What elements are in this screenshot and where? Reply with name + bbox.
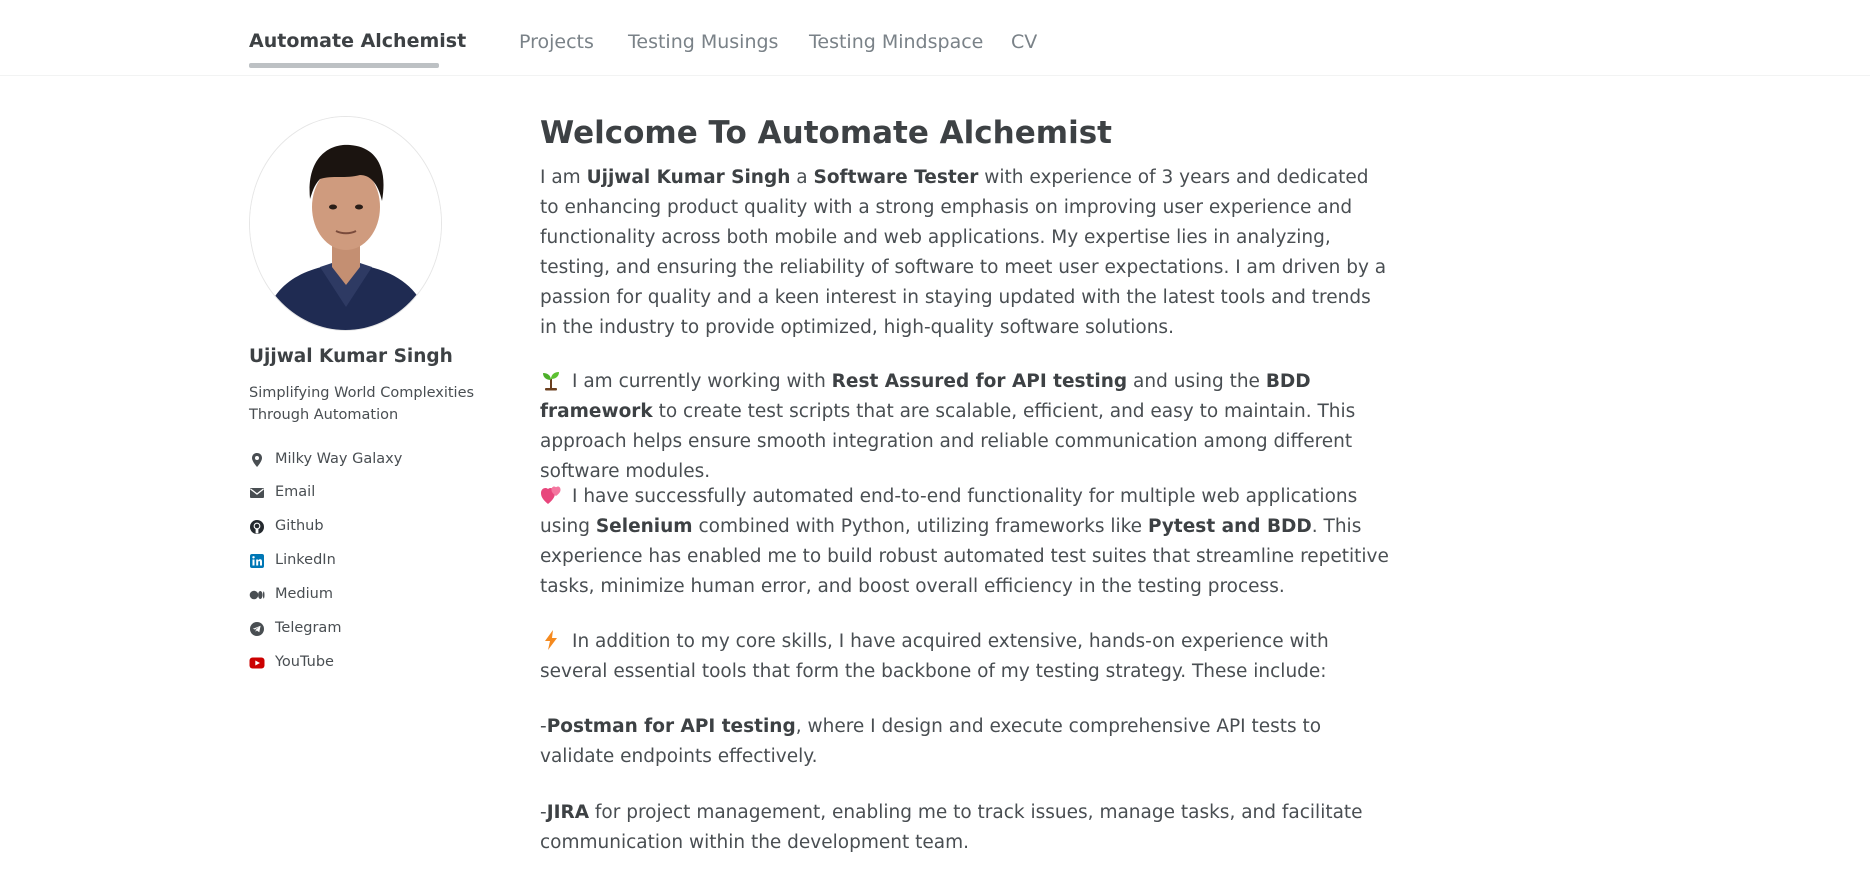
author-link-label: Email [275, 484, 316, 500]
seedling-icon [543, 372, 559, 391]
intro-paragraph: I am Ujjwal Kumar Singh a Software Teste… [540, 167, 1387, 338]
nav-link-projects[interactable]: Projects [519, 31, 594, 53]
active-nav-underline [249, 63, 439, 68]
map-marker-icon [252, 453, 262, 467]
linkedin-icon [250, 554, 264, 568]
author-bio: Simplifying World Complexities Through A… [249, 385, 475, 423]
avatar [249, 116, 442, 331]
tools-intro-paragraph: In addition to my core skills, I have ac… [540, 630, 1329, 682]
author-name: Ujjwal Kumar Singh [249, 346, 453, 367]
author-link-label: YouTube [275, 654, 334, 670]
page-content: Welcome To Automate Alchemist I am Ujjwa… [540, 112, 1390, 853]
envelope-icon [250, 488, 264, 498]
author-link-label: Milky Way Galaxy [275, 451, 403, 467]
nav-link-testing-musings[interactable]: Testing Musings [628, 31, 778, 53]
masthead: Automate Alchemist Projects Testing Musi… [0, 0, 1870, 76]
page-title: Welcome To Automate Alchemist [540, 115, 1112, 151]
nav-link-testing-mindspace[interactable]: Testing Mindspace [809, 31, 983, 53]
youtube-icon [249, 657, 265, 669]
telegram-icon [250, 622, 264, 636]
selenium-paragraph: I have successfully automated end-to-end… [540, 486, 1389, 597]
postman-paragraph: -Postman for API testing, where I design… [540, 716, 1322, 767]
two-hearts-icon [541, 486, 561, 504]
jira-paragraph: -JIRA for project management, enabling m… [540, 802, 1363, 853]
medium-icon [249, 590, 265, 600]
author-link-label: LinkedIn [275, 552, 336, 568]
github-icon [250, 520, 264, 534]
rest-assured-paragraph: I am currently working with Rest Assured… [540, 371, 1356, 482]
author-link-label: Medium [275, 586, 333, 602]
author-link-label: Github [275, 518, 324, 534]
zap-icon [545, 630, 557, 650]
nav-link-cv[interactable]: CV [1011, 31, 1037, 53]
author-link-label: Telegram [275, 620, 342, 636]
site-title-link[interactable]: Automate Alchemist [249, 30, 466, 52]
